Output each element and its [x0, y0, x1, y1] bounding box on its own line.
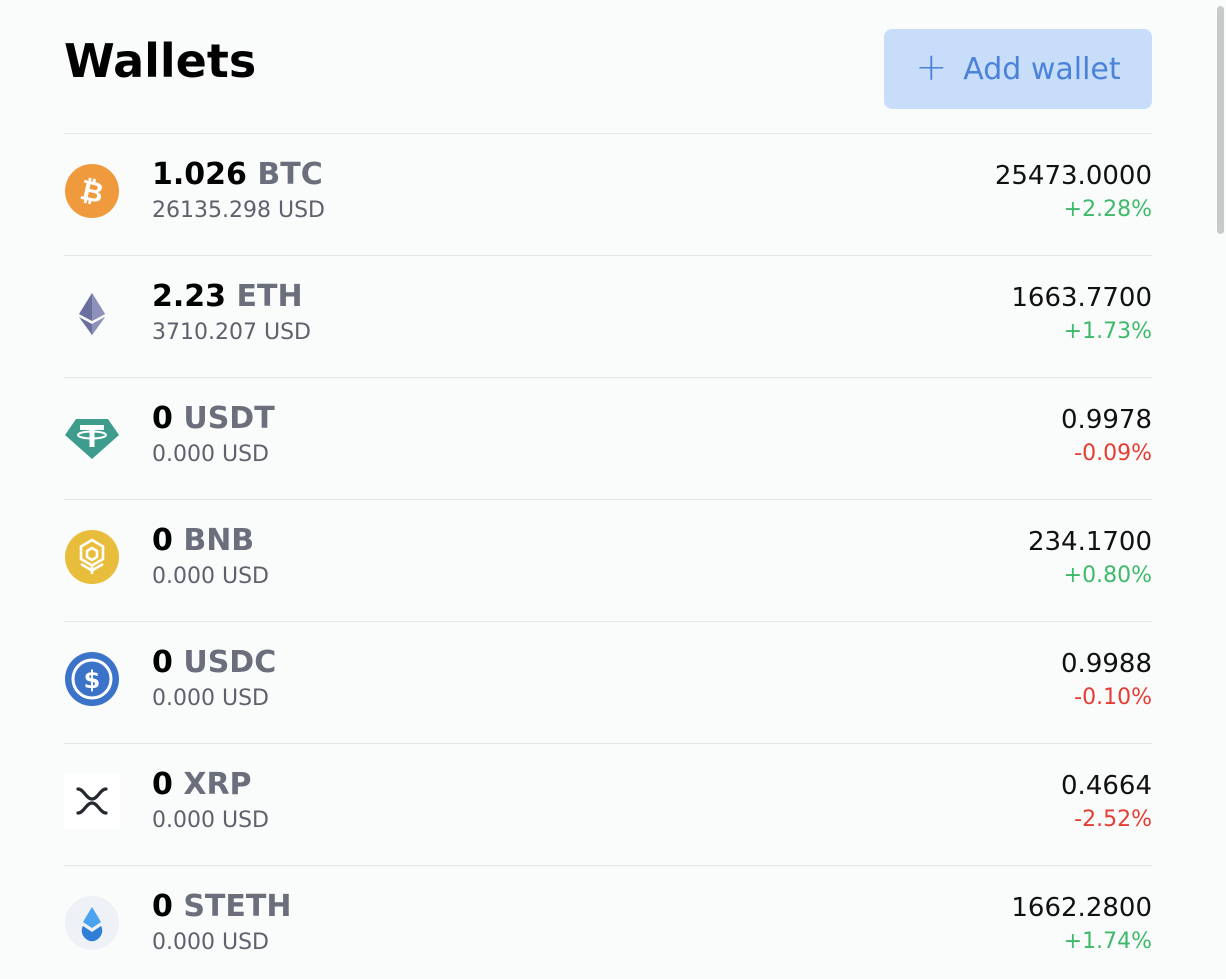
scrollbar-thumb[interactable]	[1217, 6, 1224, 234]
wallet-change: -0.09%	[1074, 441, 1152, 466]
wallet-change: +0.80%	[1063, 563, 1152, 588]
wallet-change: -2.52%	[1074, 807, 1152, 832]
wallet-amount: 0	[152, 889, 173, 924]
wallet-price: 234.1700	[1027, 527, 1152, 557]
wallet-row-steth[interactable]: 0 STETH 0.000 USD 1662.2800 +1.74%	[64, 865, 1152, 979]
wallet-amount: 2.23	[152, 279, 227, 314]
wallet-amount: 1.026	[152, 157, 247, 192]
wallets-page: Wallets + Add wallet ₿ 1.026 BTC 26135.2…	[0, 0, 1226, 979]
wallet-usd-value: 0.000 USD	[152, 564, 269, 589]
wallet-usd-value: 3710.207 USD	[152, 320, 311, 345]
plus-icon: +	[915, 45, 948, 89]
wallet-list: ₿ 1.026 BTC 26135.298 USD 25473.0000 +2.…	[64, 133, 1152, 979]
wallet-symbol: USDC	[183, 645, 277, 680]
wallet-symbol: BNB	[183, 523, 255, 558]
wallet-symbol: ETH	[236, 279, 303, 314]
wallet-amount: 0	[152, 767, 173, 802]
wallet-price: 1663.7700	[1011, 283, 1152, 313]
bnb-icon	[64, 529, 120, 585]
svg-text:$: $	[84, 666, 101, 694]
add-wallet-button[interactable]: + Add wallet	[884, 29, 1152, 109]
wallet-usd-value: 0.000 USD	[152, 808, 269, 833]
wallet-row-bnb[interactable]: 0 BNB 0.000 USD 234.1700 +0.80%	[64, 499, 1152, 621]
wallet-price: 1662.2800	[1011, 893, 1152, 923]
tether-icon	[64, 407, 120, 463]
wallet-symbol: BTC	[257, 157, 323, 192]
wallet-amount: 0	[152, 523, 173, 558]
wallet-row-xrp[interactable]: 0 XRP 0.000 USD 0.4664 -2.52%	[64, 743, 1152, 865]
wallet-price: 0.9978	[1061, 405, 1152, 435]
bitcoin-icon: ₿	[64, 163, 120, 219]
xrp-icon	[64, 773, 120, 829]
wallet-row-eth[interactable]: 2.23 ETH 3710.207 USD 1663.7700 +1.73%	[64, 255, 1152, 377]
add-wallet-label: Add wallet	[963, 51, 1121, 87]
wallet-row-usdt[interactable]: 0 USDT 0.000 USD 0.9978 -0.09%	[64, 377, 1152, 499]
ethereum-icon	[64, 285, 120, 341]
wallet-usd-value: 0.000 USD	[152, 686, 269, 711]
wallet-symbol: XRP	[183, 767, 252, 802]
wallet-amount: 0	[152, 645, 173, 680]
wallet-change: -0.10%	[1074, 685, 1152, 710]
scrollbar[interactable]	[1214, 0, 1226, 240]
wallet-usd-value: 0.000 USD	[152, 442, 269, 467]
usdc-icon: $	[64, 651, 120, 707]
wallet-change: +1.73%	[1063, 319, 1152, 344]
wallet-usd-value: 0.000 USD	[152, 930, 269, 955]
wallet-change: +2.28%	[1063, 197, 1152, 222]
page-header: Wallets + Add wallet	[64, 28, 1152, 110]
wallet-price: 0.9988	[1061, 649, 1152, 679]
wallet-row-btc[interactable]: ₿ 1.026 BTC 26135.298 USD 25473.0000 +2.…	[64, 133, 1152, 255]
wallet-row-usdc[interactable]: $ 0 USDC 0.000 USD 0.9988 -0.10%	[64, 621, 1152, 743]
wallet-change: +1.74%	[1063, 929, 1152, 954]
steth-icon	[64, 895, 120, 951]
wallet-amount: 0	[152, 401, 173, 436]
wallet-symbol: USDT	[183, 401, 275, 436]
wallet-price: 0.4664	[1061, 771, 1152, 801]
wallet-symbol: STETH	[183, 889, 292, 924]
page-title: Wallets	[64, 34, 257, 88]
wallet-usd-value: 26135.298 USD	[152, 198, 325, 223]
wallet-price: 25473.0000	[994, 161, 1152, 191]
